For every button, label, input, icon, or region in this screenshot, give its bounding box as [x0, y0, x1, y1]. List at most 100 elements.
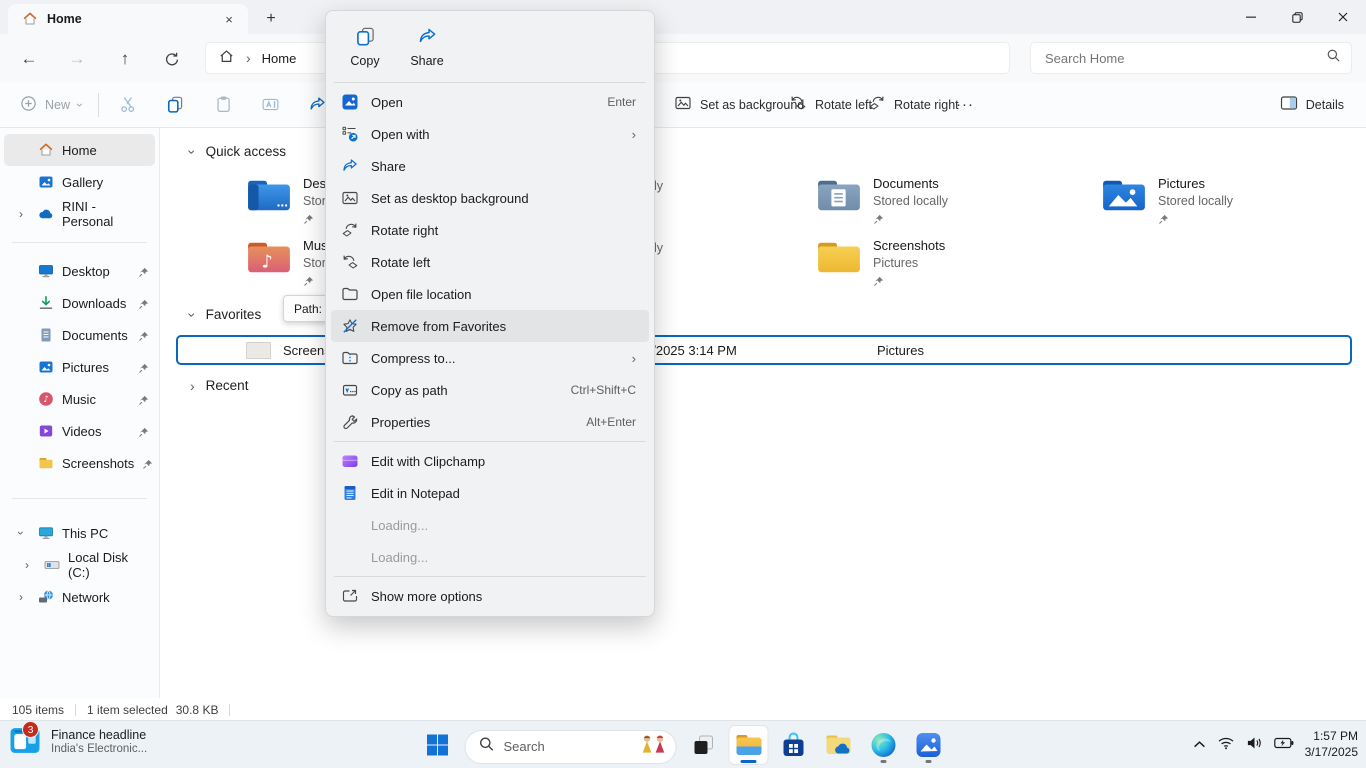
onedrive-folder-button[interactable]	[819, 725, 859, 765]
refresh-button[interactable]	[158, 46, 184, 72]
explorer-search-box[interactable]	[1030, 42, 1352, 74]
breadcrumb-home-icon[interactable]	[218, 48, 235, 68]
file-explorer-button[interactable]	[729, 725, 769, 765]
menu-item-edit-in-notepad[interactable]: Edit in Notepad	[331, 477, 649, 509]
expand-chevron-icon[interactable]: ›	[12, 590, 30, 604]
sidebar-item-label: Local Disk (C:)	[68, 550, 149, 580]
quick-access-card-documents[interactable]: Documents Stored locally	[816, 176, 948, 230]
section-chevron-icon[interactable]: ›	[190, 379, 195, 393]
tab-home[interactable]: Home ×	[8, 4, 248, 34]
sidebar-item-desktop[interactable]: Desktop	[4, 255, 155, 287]
sidebar-item-network[interactable]: › Network	[4, 581, 155, 613]
hidden-icons-chevron-icon[interactable]	[1193, 736, 1206, 754]
breadcrumb-location[interactable]: Home	[262, 51, 297, 66]
sidebar-item-downloads[interactable]: Downloads	[4, 287, 155, 319]
sidebar-item-gallery[interactable]: Gallery	[4, 166, 155, 198]
rename-button[interactable]	[255, 82, 286, 127]
more-options-button[interactable]: ···	[950, 82, 980, 127]
menu-item-edit-with-clipchamp[interactable]: Edit with Clipchamp	[331, 445, 649, 477]
sidebar-item-pictures[interactable]: Pictures	[4, 351, 155, 383]
volume-icon[interactable]	[1246, 736, 1263, 755]
notepad-icon	[341, 484, 359, 502]
menu-item-compress-to[interactable]: Compress to... ›	[331, 342, 649, 374]
sidebar-item-onedrive[interactable]: › RINI - Personal	[4, 198, 155, 230]
taskbar-search-input[interactable]	[504, 739, 631, 754]
disk-drive-icon	[44, 557, 60, 573]
clock[interactable]: 1:57 PM 3/17/2025	[1305, 729, 1358, 760]
unfavorite-icon	[341, 317, 359, 335]
favorites-header[interactable]: › Favorites	[190, 307, 261, 322]
explorer-search-input[interactable]	[1045, 51, 1326, 66]
paste-button[interactable]	[208, 82, 239, 127]
menu-item-set-desktop-background[interactable]: Set as desktop background	[331, 182, 649, 214]
details-button[interactable]: Details	[1274, 82, 1350, 127]
wallpaper-icon	[341, 189, 359, 207]
copy-button[interactable]	[160, 82, 191, 127]
sidebar-item-home[interactable]: Home	[4, 134, 155, 166]
onedrive-folder-icon	[826, 734, 852, 756]
start-button[interactable]	[418, 725, 458, 765]
up-button[interactable]: ↑	[112, 46, 138, 72]
section-title: Recent	[206, 378, 249, 393]
sidebar-item-videos[interactable]: Videos	[4, 415, 155, 447]
close-button[interactable]	[1320, 0, 1366, 34]
wifi-icon[interactable]	[1217, 736, 1235, 755]
menu-divider	[334, 576, 646, 577]
copy-quick-button[interactable]: Copy	[338, 21, 392, 73]
menu-item-open-file-location[interactable]: Open file location	[331, 278, 649, 310]
menu-item-open-with[interactable]: Open with ›	[331, 118, 649, 150]
pin-icon	[1158, 212, 1233, 230]
task-view-button[interactable]	[684, 725, 724, 765]
forward-button[interactable]: →	[64, 46, 90, 72]
context-menu: Copy Share Open Enter Open with › Share …	[325, 10, 655, 617]
search-icon[interactable]	[1326, 48, 1341, 68]
expand-chevron-icon[interactable]: ›	[12, 207, 30, 221]
tab-close-icon[interactable]: ×	[218, 8, 240, 30]
quick-action-label: Copy	[350, 54, 379, 68]
taskbar-search-box[interactable]	[465, 730, 677, 764]
restore-button[interactable]	[1274, 0, 1320, 34]
minimize-button[interactable]	[1228, 0, 1274, 34]
edge-button[interactable]	[864, 725, 904, 765]
tray-date: 3/17/2025	[1305, 745, 1358, 761]
microsoft-store-button[interactable]	[774, 725, 814, 765]
explorer-window: Home × + ← → ↑ › Home New ›	[0, 0, 1366, 768]
new-button[interactable]: New ›	[14, 82, 88, 127]
menu-item-open[interactable]: Open Enter	[331, 86, 649, 118]
expand-window-icon	[341, 587, 359, 605]
menu-item-properties[interactable]: Properties Alt+Enter	[331, 406, 649, 438]
widgets-button[interactable]: 3 Finance headline India's Electronic...	[10, 727, 147, 755]
task-view-icon	[692, 733, 716, 757]
pin-icon	[873, 212, 948, 230]
store-icon	[782, 732, 806, 758]
menu-item-rotate-right[interactable]: Rotate right	[331, 214, 649, 246]
share-quick-button[interactable]: Share	[400, 21, 454, 73]
sidebar-item-local-disk[interactable]: › Local Disk (C:)	[10, 549, 155, 581]
recent-header[interactable]: › Recent	[190, 378, 248, 393]
cut-button[interactable]	[113, 82, 144, 127]
photos-button[interactable]	[909, 725, 949, 765]
new-tab-button[interactable]: +	[258, 6, 284, 32]
menu-item-copy-as-path[interactable]: Copy as path Ctrl+Shift+C	[331, 374, 649, 406]
collapse-chevron-icon[interactable]: ›	[15, 524, 27, 542]
menu-item-rotate-left[interactable]: Rotate left	[331, 246, 649, 278]
quick-access-header[interactable]: › Quick access	[190, 144, 286, 159]
tray-time: 1:57 PM	[1305, 729, 1358, 745]
section-chevron-icon[interactable]: ›	[185, 312, 199, 317]
expand-chevron-icon[interactable]: ›	[18, 558, 36, 572]
sidebar-item-this-pc[interactable]: › This PC	[4, 517, 155, 549]
menu-item-share[interactable]: Share	[331, 150, 649, 182]
folder-icon	[38, 455, 54, 471]
menu-item-show-more-options[interactable]: Show more options	[331, 580, 649, 612]
quick-access-card-screenshots[interactable]: Screenshots Pictures	[816, 238, 945, 292]
sidebar-item-screenshots[interactable]: Screenshots	[4, 447, 155, 479]
menu-item-loading-1: Loading...	[331, 509, 649, 541]
sidebar-item-music[interactable]: ♪ Music	[4, 383, 155, 415]
sidebar-item-documents[interactable]: Documents	[4, 319, 155, 351]
battery-icon[interactable]	[1274, 736, 1294, 754]
quick-access-card-pictures[interactable]: Pictures Stored locally	[1101, 176, 1233, 230]
menu-item-remove-from-favorites[interactable]: Remove from Favorites	[331, 310, 649, 342]
back-button[interactable]: ←	[16, 46, 42, 72]
section-chevron-icon[interactable]: ›	[185, 149, 199, 154]
toolbar-divider	[98, 93, 99, 117]
